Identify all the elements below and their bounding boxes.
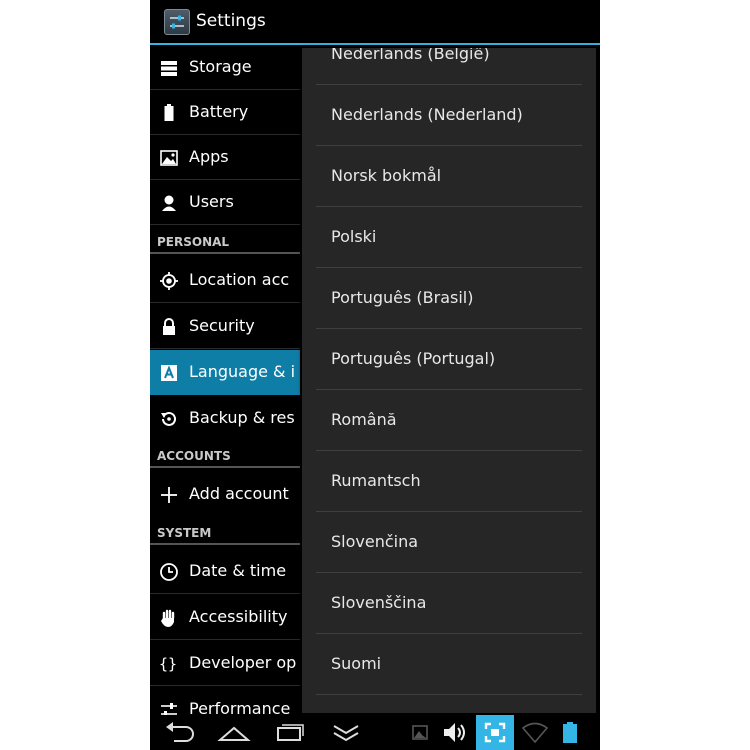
language-option[interactable]: Polski	[302, 207, 596, 268]
sidebar-item-label: Users	[189, 192, 234, 211]
sidebar-item-label: Security	[189, 316, 255, 335]
settings-app-icon[interactable]	[164, 9, 190, 35]
sidebar-item-date-time[interactable]: Date & time	[150, 549, 300, 594]
sidebar-item-label: Date & time	[189, 561, 287, 580]
backup-icon	[161, 411, 176, 426]
sidebar-item-storage[interactable]: Storage	[150, 45, 300, 90]
sliders-icon	[161, 703, 177, 715]
user-icon	[162, 195, 176, 211]
sidebar-item-label: Backup & res	[189, 408, 295, 427]
language-option[interactable]: Nederlands (Nederland)	[302, 85, 596, 146]
apps-icon	[160, 150, 178, 166]
sidebar-item-label: Accessibility	[189, 607, 288, 626]
language-option[interactable]: Rumantsch	[302, 451, 596, 512]
language-option[interactable]: Nederlands (België)	[302, 48, 596, 85]
recents-icon[interactable]	[272, 715, 308, 750]
home-icon[interactable]	[216, 715, 252, 750]
wifi-icon	[521, 722, 549, 744]
language-dropdown: Nederlands (België) Nederlands (Nederlan…	[302, 48, 596, 713]
sidebar-item-label: Add account	[189, 484, 289, 503]
sidebar-item-language[interactable]: Language & i	[150, 350, 300, 395]
language-option[interactable]: Português (Portugal)	[302, 329, 596, 390]
settings-list: Storage Battery Apps Users PERSONAL Loca…	[150, 45, 300, 715]
sidebar-item-backup[interactable]: Backup & res	[150, 396, 300, 441]
sidebar-item-label: Language & i	[189, 362, 296, 381]
back-icon[interactable]	[162, 715, 198, 750]
app-title: Settings	[196, 11, 266, 31]
language-option[interactable]: Română	[302, 390, 596, 451]
language-option[interactable]: Slovenščina	[302, 573, 596, 634]
storage-icon	[161, 61, 177, 76]
lock-icon	[163, 318, 175, 335]
sidebar-item-performance[interactable]: Performance	[150, 687, 300, 715]
sidebar-item-label: Storage	[189, 57, 252, 76]
battery-status-icon	[563, 722, 577, 743]
language-icon	[161, 365, 177, 381]
sidebar-item-location[interactable]: Location acc	[150, 258, 300, 303]
clock-icon	[160, 563, 178, 581]
language-option[interactable]: Norsk bokmål	[302, 146, 596, 207]
sidebar-item-label: Apps	[189, 147, 229, 166]
sidebar-item-label: Performance	[189, 699, 291, 715]
section-header-accounts: ACCOUNTS	[150, 445, 300, 468]
tablet-screen: Settings Storage Battery Apps Users PERS…	[150, 0, 600, 750]
action-bar: Settings	[150, 0, 600, 45]
language-option[interactable]: Português (Brasil)	[302, 268, 596, 329]
gallery-icon[interactable]	[409, 715, 433, 750]
sidebar-item-apps[interactable]: Apps	[150, 135, 300, 180]
braces-icon: {}	[159, 655, 177, 673]
sidebar-item-security[interactable]: Security	[150, 304, 300, 349]
sidebar-item-add-account[interactable]: Add account	[150, 472, 300, 517]
sidebar-item-battery[interactable]: Battery	[150, 90, 300, 135]
sidebar-item-label: Developer op	[189, 653, 297, 672]
screenshot-button[interactable]	[476, 715, 514, 750]
screenshot-icon	[484, 722, 506, 743]
hand-icon	[161, 609, 175, 627]
battery-icon	[164, 104, 174, 121]
svg-text:{}: {}	[159, 655, 177, 673]
section-header-personal: PERSONAL	[150, 231, 300, 254]
volume-icon[interactable]	[440, 715, 470, 750]
sidebar-item-label: Battery	[189, 102, 249, 121]
section-header-system: SYSTEM	[150, 522, 300, 545]
language-option[interactable]: Slovenčina	[302, 512, 596, 573]
sidebar-item-label: Location acc	[189, 270, 290, 289]
navigation-bar	[150, 715, 600, 750]
sidebar-item-users[interactable]: Users	[150, 180, 300, 225]
hide-navbar-icon[interactable]	[328, 715, 364, 750]
location-icon	[160, 272, 178, 290]
plus-icon	[161, 487, 177, 503]
language-option[interactable]: Suomi	[302, 634, 596, 695]
sidebar-item-developer[interactable]: {} Developer op	[150, 641, 300, 686]
sidebar-item-accessibility[interactable]: Accessibility	[150, 595, 300, 640]
